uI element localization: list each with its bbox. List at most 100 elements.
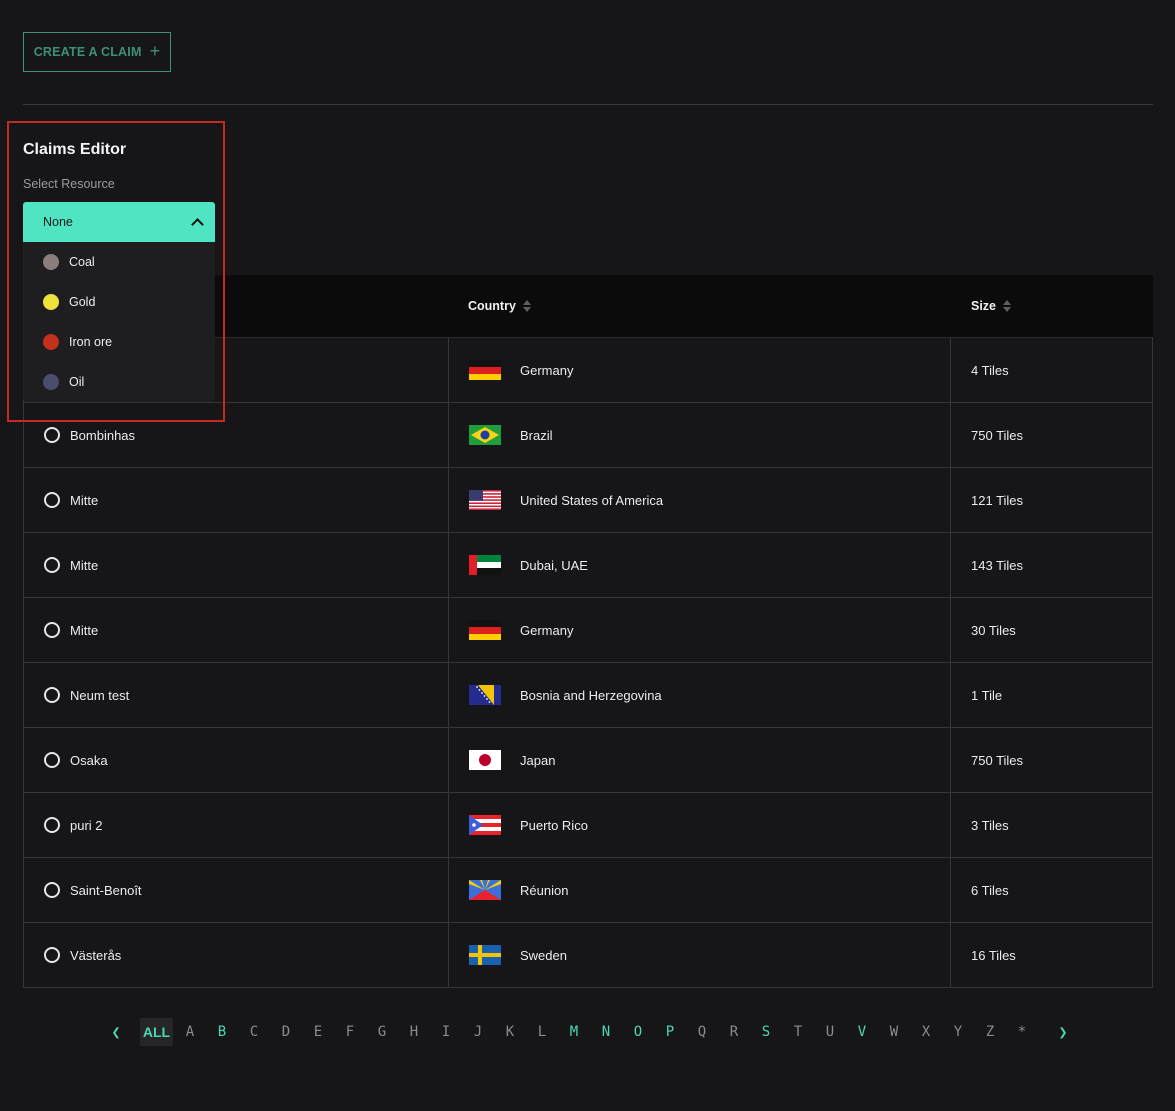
page-letter[interactable]: J [462,1018,494,1046]
page-letter[interactable]: L [526,1018,558,1046]
row-radio[interactable] [44,687,60,703]
page-letter[interactable]: M [558,1018,590,1046]
country-cell: Germany [449,598,951,662]
name-cell: puri 2 [24,793,449,857]
usa-flag-icon [469,490,501,510]
table-row[interactable]: Saint-Benoît Réunion 6 Tiles [24,857,1152,922]
column-header-country[interactable]: Country [468,299,531,313]
table-row[interactable]: Osaka Japan 750 Tiles [24,727,1152,792]
resource-option[interactable]: Coal [23,242,215,282]
page-letter[interactable]: A [174,1018,206,1046]
page-letter[interactable]: Z [974,1018,1006,1046]
name-cell: Mitte [24,533,449,597]
country-name: Puerto Rico [520,817,588,833]
country-cell: Réunion [449,858,951,922]
page-letter[interactable]: N [590,1018,622,1046]
name-cell: Bombinhas [24,403,449,467]
resource-dot-icon [43,374,59,390]
claim-name: Saint-Benoît [70,882,142,898]
chevron-right-icon[interactable]: ❯ [1047,1018,1079,1046]
page-letter[interactable]: E [302,1018,334,1046]
table-row[interactable]: Mitte United States of America 121 Tiles [24,467,1152,532]
claim-name: puri 2 [70,817,103,833]
resource-option[interactable]: Gold [23,282,215,322]
country-cell: Sweden [449,923,951,987]
table-row[interactable]: Västerås Sweden 16 Tiles [24,922,1152,987]
country-cell: United States of America [449,468,951,532]
page-letter[interactable]: D [270,1018,302,1046]
name-cell: Mitte [24,468,449,532]
resource-option-label: Oil [69,375,85,389]
page-letter[interactable]: V [846,1018,878,1046]
page-letter[interactable]: H [398,1018,430,1046]
table-row[interactable]: puri 2 Puerto Rico 3 Tiles [24,792,1152,857]
plus-icon: + [149,41,161,61]
page-letter[interactable]: O [622,1018,654,1046]
page-letter[interactable]: C [238,1018,270,1046]
country-name: Japan [520,752,556,768]
page-letter[interactable]: R [718,1018,750,1046]
row-radio[interactable] [44,557,60,573]
country-name: Germany [520,622,574,638]
row-radio[interactable] [44,492,60,508]
page-letter[interactable]: Q [686,1018,718,1046]
resource-dot-icon [43,334,59,350]
resource-select[interactable]: None [23,202,215,242]
page-letter[interactable]: S [750,1018,782,1046]
size-cell: 121 Tiles [951,468,1152,532]
table-row[interactable]: Bombinhas Brazil 750 Tiles [24,402,1152,467]
country-cell: Dubai, UAE [449,533,951,597]
row-radio[interactable] [44,882,60,898]
uae-flag-icon [469,555,501,575]
germany-flag-icon [469,620,501,640]
sort-icon [522,300,531,312]
page-letter[interactable]: * [1006,1018,1038,1046]
page-letter[interactable]: G [366,1018,398,1046]
page-letter[interactable]: P [654,1018,686,1046]
brazil-flag-icon [469,425,501,445]
name-cell: Västerås [24,923,449,987]
row-radio[interactable] [44,752,60,768]
row-radio[interactable] [44,622,60,638]
table-body: Germany 4 Tiles Bombinhas Brazil 750 Tiles Mi… [23,337,1153,988]
page-letter[interactable]: W [878,1018,910,1046]
page-all[interactable]: ALL [140,1018,173,1046]
table-row[interactable]: Mitte Dubai, UAE 143 Tiles [24,532,1152,597]
editor-title: Claims Editor [23,141,127,158]
claim-name: Västerås [70,947,122,963]
name-cell: Osaka [24,728,449,792]
country-name: Germany [520,362,574,378]
column-header-size[interactable]: Size [971,299,1012,313]
puertorico-flag-icon [469,815,501,835]
row-radio[interactable] [44,427,60,443]
resource-option[interactable]: Oil [23,362,215,402]
country-name: Sweden [520,947,567,963]
chevron-left-icon[interactable]: ❮ [100,1018,132,1046]
germany-flag-icon [469,360,501,380]
row-radio[interactable] [44,947,60,963]
page-letter[interactable]: I [430,1018,462,1046]
resource-option[interactable]: Iron ore [23,322,215,362]
create-claim-button[interactable]: CREATE A CLAIM + [23,32,171,72]
size-cell: 16 Tiles [951,923,1152,987]
divider [23,104,1153,105]
page-letter[interactable]: K [494,1018,526,1046]
country-cell: Germany [449,338,951,402]
row-radio[interactable] [44,817,60,833]
create-claim-label: CREATE A CLAIM [33,45,142,59]
page-letter[interactable]: F [334,1018,366,1046]
page-letter[interactable]: X [910,1018,942,1046]
page-letter[interactable]: B [206,1018,238,1046]
resource-dot-icon [43,294,59,310]
page-letter[interactable]: Y [942,1018,974,1046]
chevron-up-icon [191,218,204,231]
column-header-label: Size [971,299,997,313]
table-row[interactable]: Mitte Germany 30 Tiles [24,597,1152,662]
table-row[interactable]: Neum test Bosnia and Herzegovina 1 Tile [24,662,1152,727]
resource-menu: Coal Gold Iron ore Oil [23,242,215,402]
page-letter[interactable]: U [814,1018,846,1046]
alphabet-pagination: ❮ ALL A B C D E F G H I J K L M N O P Q R S T U V W X Y Z * ❯ [100,1018,1079,1046]
size-cell: 1 Tile [951,663,1152,727]
claim-name: Osaka [70,752,108,768]
page-letter[interactable]: T [782,1018,814,1046]
